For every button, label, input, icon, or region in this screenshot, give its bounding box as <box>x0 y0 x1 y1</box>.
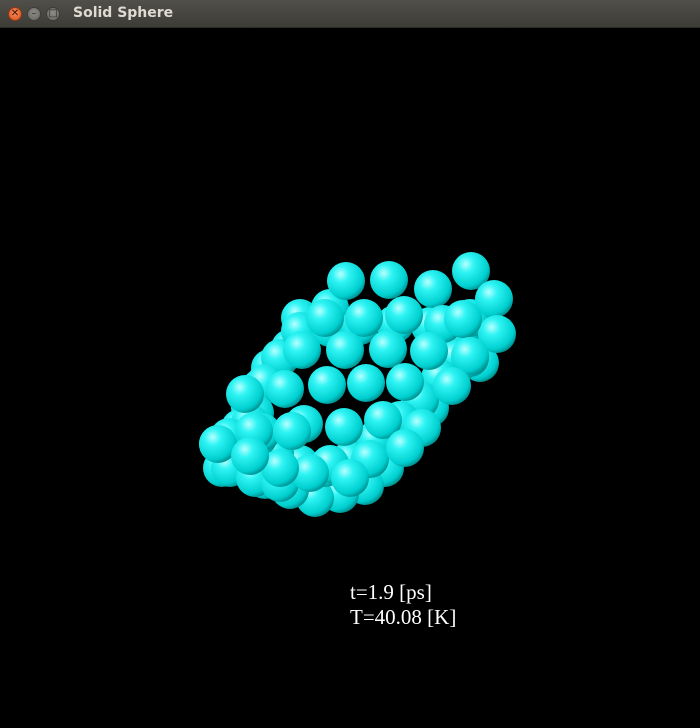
atom-sphere <box>386 363 424 401</box>
title-bar[interactable]: ✕ – □ Solid Sphere <box>0 0 700 28</box>
application-window: ✕ – □ Solid Sphere t=1.9 [ps] T=40.08 [K… <box>0 0 700 728</box>
atom-sphere <box>347 364 385 402</box>
atom-sphere <box>266 370 304 408</box>
atom-sphere <box>283 331 321 369</box>
atom-sphere <box>325 408 363 446</box>
maximize-button[interactable]: □ <box>46 7 60 21</box>
close-button[interactable]: ✕ <box>8 7 22 21</box>
render-canvas[interactable]: t=1.9 [ps] T=40.08 [K] <box>0 28 700 728</box>
time-readout: t=1.9 [ps] <box>350 580 432 604</box>
atom-sphere <box>331 459 369 497</box>
atom-sphere <box>308 366 346 404</box>
atom-sphere <box>385 296 423 334</box>
atom-sphere <box>226 375 264 413</box>
window-title: Solid Sphere <box>73 5 174 21</box>
close-icon: ✕ <box>10 8 20 19</box>
minimize-button[interactable]: – <box>27 7 41 21</box>
atom-sphere <box>273 412 311 450</box>
atom-sphere <box>410 332 448 370</box>
atom-sphere <box>231 437 269 475</box>
atom-sphere <box>306 299 344 337</box>
temperature-readout: T=40.08 [K] <box>350 605 457 629</box>
atom-sphere <box>345 299 383 337</box>
atom-sphere <box>326 331 364 369</box>
atom-sphere <box>370 261 408 299</box>
atom-sphere <box>327 262 365 300</box>
atom-sphere <box>386 429 424 467</box>
atom-sphere <box>369 330 407 368</box>
maximize-icon: □ <box>48 8 58 19</box>
atom-sphere <box>414 270 452 308</box>
minimize-icon: – <box>31 8 37 19</box>
atom-sphere <box>433 367 471 405</box>
atom-sphere <box>444 300 482 338</box>
